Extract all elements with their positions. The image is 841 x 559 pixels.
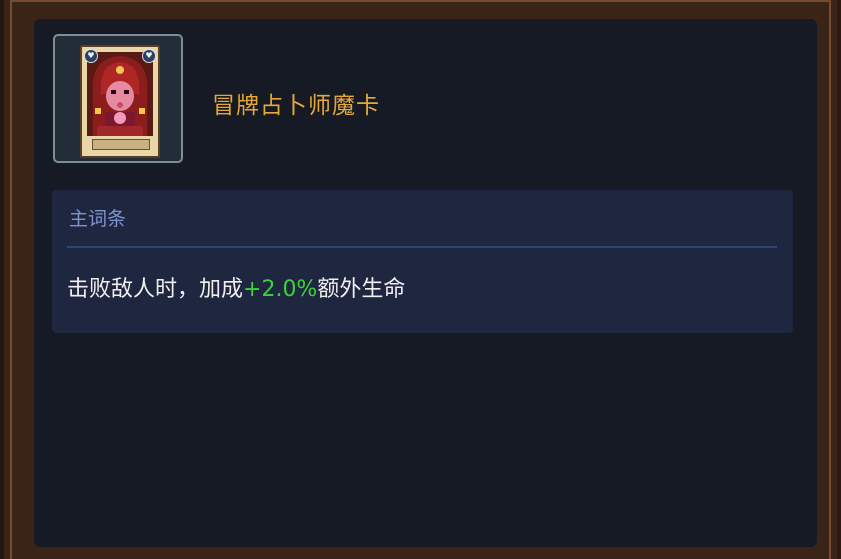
card-icon-slot: ♥ ♥: [53, 34, 183, 163]
card-suit-badge-left: ♥: [84, 49, 98, 63]
main-affix-section: 主词条 击败敌人时，加成+2.0%额外生命: [52, 190, 793, 333]
fortune-teller-portrait-icon: [87, 52, 153, 136]
fortune-teller-card-image: ♥ ♥: [80, 45, 160, 158]
affix-section-header: 主词条: [69, 208, 127, 230]
affix-description: 击败敌人时，加成+2.0%额外生命: [67, 271, 405, 303]
affix-value: +2.0%: [243, 277, 318, 302]
card-art: [87, 52, 153, 136]
affix-divider: [67, 246, 777, 248]
item-name: 冒牌占卜师魔卡: [212, 93, 380, 119]
item-tooltip-panel: ♥ ♥ 冒牌占卜师魔卡 主词条 击败敌人时，加成+2.0%额外生命: [34, 19, 817, 547]
affix-text-before: 击败敌人时，加成: [67, 277, 244, 302]
card-suit-badge-right: ♥: [142, 49, 156, 63]
tooltip-frame: ♥ ♥ 冒牌占卜师魔卡 主词条 击败敌人时，加成+2.0%额外生命: [0, 0, 841, 559]
card-caption-plate: [92, 139, 150, 150]
affix-text-after: 额外生命: [317, 277, 406, 302]
